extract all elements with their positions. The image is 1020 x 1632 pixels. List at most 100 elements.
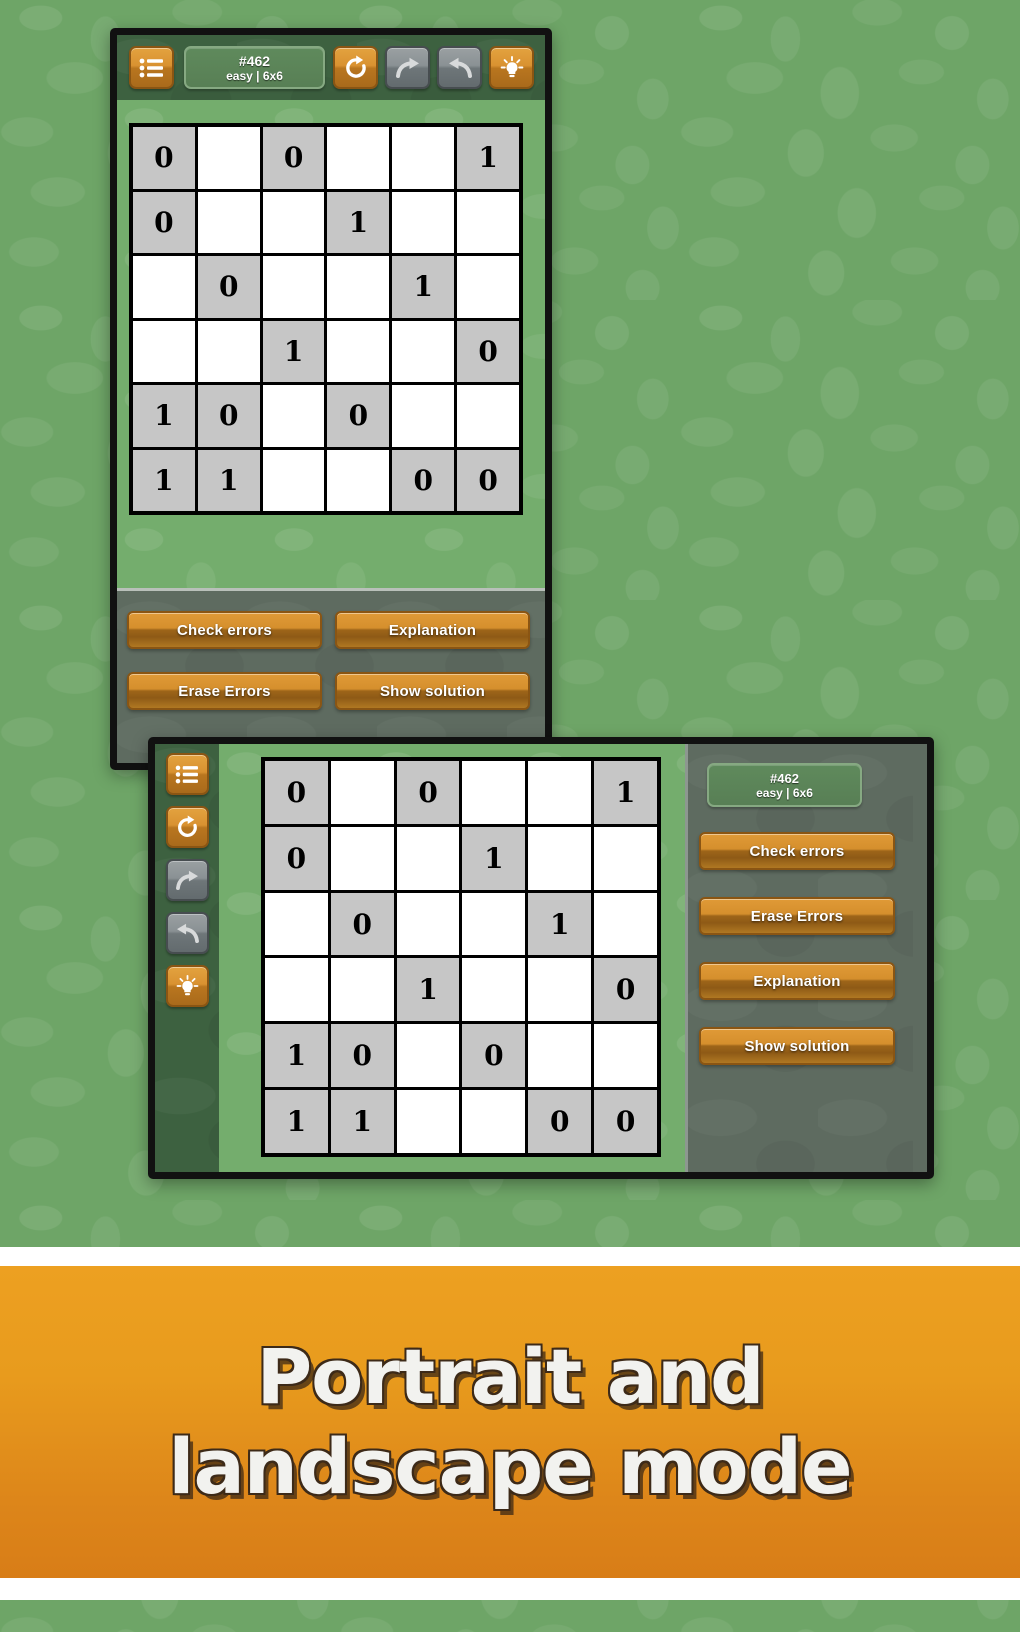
portrait-puzzle-grid[interactable]: 0010101101001100 (129, 123, 523, 515)
grid-cell-r1c2[interactable] (330, 761, 394, 824)
grid-cell-r4c1[interactable] (133, 320, 195, 382)
restart-button[interactable] (166, 806, 209, 848)
grid-cell-r5c6[interactable] (594, 1024, 657, 1088)
check-errors-button[interactable]: Check errors (699, 832, 895, 870)
grid-cell-r3c6[interactable] (594, 892, 657, 956)
grid-cell-r4c3[interactable]: 1 (262, 320, 325, 382)
grid-cell-r3c5[interactable]: 1 (392, 256, 455, 318)
restart-circular-arrow-icon (175, 815, 200, 840)
grid-cell-r5c5[interactable] (528, 1024, 592, 1088)
grid-cell-r3c2[interactable]: 0 (330, 892, 394, 956)
grid-cell-r2c5[interactable] (392, 191, 455, 253)
grid-cell-r5c5[interactable] (392, 385, 455, 447)
grid-cell-r1c6[interactable]: 1 (594, 761, 657, 824)
show-solution-button[interactable]: Show solution (335, 672, 530, 710)
grid-cell-r4c4[interactable] (462, 958, 526, 1022)
grid-cell-r6c2[interactable]: 1 (330, 1090, 394, 1153)
grid-cell-r6c5[interactable]: 0 (528, 1090, 592, 1153)
grid-cell-r2c2[interactable] (330, 826, 394, 890)
grid-cell-r2c5[interactable] (528, 826, 592, 890)
redo-arrow-icon (175, 870, 200, 891)
grid-cell-r5c2[interactable]: 0 (197, 385, 260, 447)
grid-cell-r4c6[interactable]: 0 (594, 958, 657, 1022)
grid-cell-r5c4[interactable]: 0 (462, 1024, 526, 1088)
puzzle-meta: easy | 6x6 (756, 785, 813, 800)
explanation-button[interactable]: Explanation (335, 611, 530, 649)
puzzle-info-plaque: #462 easy | 6x6 (184, 46, 325, 89)
hint-button[interactable] (166, 965, 209, 1007)
grid-cell-r1c4[interactable] (327, 127, 390, 189)
grid-cell-r6c6[interactable]: 0 (457, 449, 519, 511)
grid-cell-r4c4[interactable] (327, 320, 390, 382)
grid-cell-r6c3[interactable] (262, 449, 325, 511)
grid-cell-r3c6[interactable] (457, 256, 519, 318)
undo-button[interactable] (166, 912, 209, 954)
grid-cell-r3c5[interactable]: 1 (528, 892, 592, 956)
grid-cell-r5c2[interactable]: 0 (330, 1024, 394, 1088)
grid-cell-r3c4[interactable] (462, 892, 526, 956)
grid-cell-r1c3[interactable]: 0 (262, 127, 325, 189)
grid-cell-r2c3[interactable] (396, 826, 460, 890)
grid-cell-r4c2[interactable] (330, 958, 394, 1022)
grid-cell-r2c6[interactable] (457, 191, 519, 253)
grid-cell-r5c3[interactable] (396, 1024, 460, 1088)
show-solution-button[interactable]: Show solution (699, 1027, 895, 1065)
grid-cell-r2c2[interactable] (197, 191, 260, 253)
grid-cell-r6c1[interactable]: 1 (133, 449, 195, 511)
erase-errors-button[interactable]: Erase Errors (699, 897, 895, 935)
grid-cell-r6c4[interactable] (327, 449, 390, 511)
grid-cell-r2c4[interactable]: 1 (462, 826, 526, 890)
grid-cell-r2c6[interactable] (594, 826, 657, 890)
redo-button[interactable] (385, 46, 430, 89)
grid-cell-r4c2[interactable] (197, 320, 260, 382)
grid-cell-r3c3[interactable] (262, 256, 325, 318)
grid-cell-r6c6[interactable]: 0 (594, 1090, 657, 1153)
grid-cell-r2c1[interactable]: 0 (133, 191, 195, 253)
grid-cell-r1c5[interactable] (528, 761, 592, 824)
portrait-device-frame: #462 easy | 6x6 0 0 1 0 1 0 1 1 0 1 0 0 … (110, 28, 552, 770)
redo-button[interactable] (166, 859, 209, 901)
promo-banner: Portrait and landscape mode (0, 1266, 1020, 1578)
check-errors-button[interactable]: Check errors (127, 611, 322, 649)
erase-errors-button[interactable]: Erase Errors (127, 672, 322, 710)
grid-cell-r6c1[interactable]: 1 (265, 1090, 328, 1153)
grid-cell-r3c1[interactable] (265, 892, 328, 956)
grid-cell-r2c4[interactable]: 1 (327, 191, 390, 253)
grid-cell-r4c5[interactable] (528, 958, 592, 1022)
grid-cell-r5c1[interactable]: 1 (133, 385, 195, 447)
grid-cell-r4c5[interactable] (392, 320, 455, 382)
grid-cell-r5c4[interactable]: 0 (327, 385, 390, 447)
grid-cell-r1c5[interactable] (392, 127, 455, 189)
grid-cell-r3c4[interactable] (327, 256, 390, 318)
grid-cell-r2c3[interactable] (262, 191, 325, 253)
grid-cell-r1c1[interactable]: 0 (265, 761, 328, 824)
grid-cell-r3c1[interactable] (133, 256, 195, 318)
grid-cell-r4c1[interactable] (265, 958, 328, 1022)
grid-cell-r1c4[interactable] (462, 761, 526, 824)
grid-cell-r1c3[interactable]: 0 (396, 761, 460, 824)
landscape-puzzle-grid[interactable]: 0010101101001100 (261, 757, 661, 1157)
grid-cell-r6c5[interactable]: 0 (392, 449, 455, 511)
grid-cell-r3c3[interactable] (396, 892, 460, 956)
undo-button[interactable] (437, 46, 482, 89)
grid-cell-r6c4[interactable] (462, 1090, 526, 1153)
explanation-button[interactable]: Explanation (699, 962, 895, 1000)
grid-cell-r1c2[interactable] (197, 127, 260, 189)
grid-cell-r5c1[interactable]: 1 (265, 1024, 328, 1088)
grid-cell-r5c3[interactable] (262, 385, 325, 447)
restart-button[interactable] (333, 46, 378, 89)
grid-cell-r6c2[interactable]: 1 (197, 449, 260, 511)
redo-arrow-icon (395, 57, 421, 79)
grid-cell-r3c2[interactable]: 0 (197, 256, 260, 318)
grid-cell-r4c3[interactable]: 1 (396, 958, 460, 1022)
grid-cell-r1c1[interactable]: 0 (133, 127, 195, 189)
menu-button[interactable] (166, 753, 209, 795)
puzzle-meta: easy | 6x6 (226, 68, 283, 83)
grid-cell-r2c1[interactable]: 0 (265, 826, 328, 890)
grid-cell-r6c3[interactable] (396, 1090, 460, 1153)
grid-cell-r1c6[interactable]: 1 (457, 127, 519, 189)
grid-cell-r5c6[interactable] (457, 385, 519, 447)
grid-cell-r4c6[interactable]: 0 (457, 320, 519, 382)
menu-button[interactable] (129, 46, 174, 89)
hint-button[interactable] (489, 46, 534, 89)
